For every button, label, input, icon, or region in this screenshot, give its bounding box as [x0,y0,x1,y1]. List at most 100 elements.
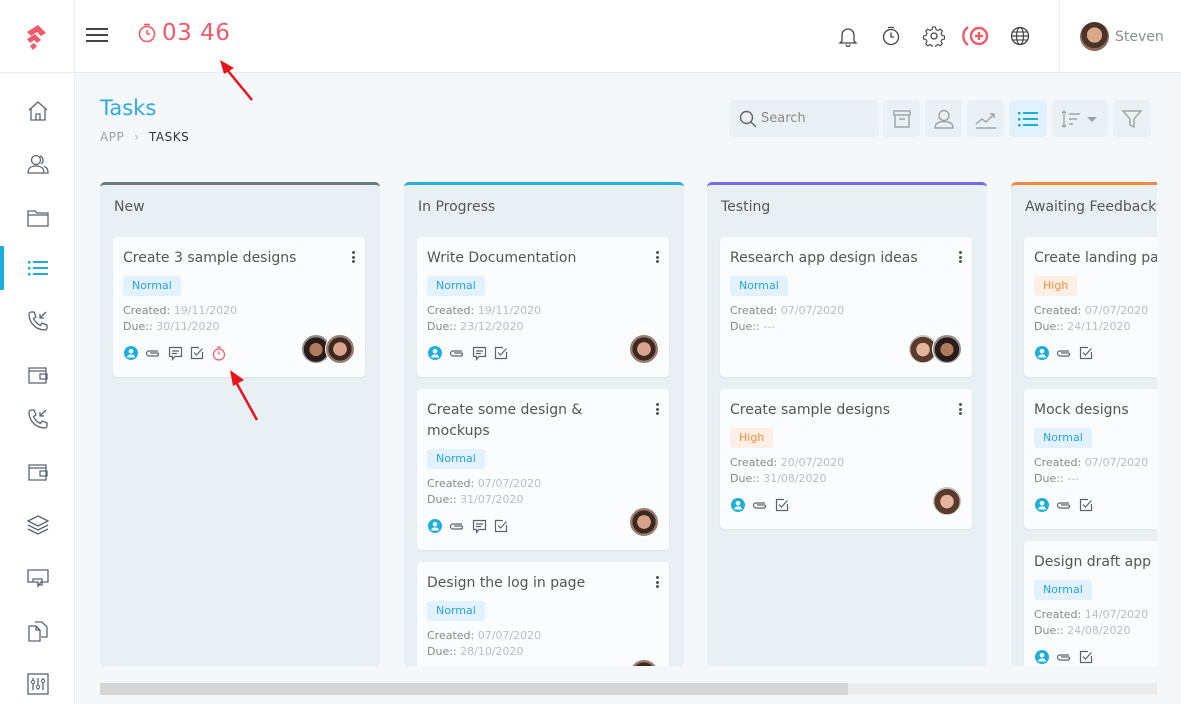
folder-icon [26,210,49,227]
avatar[interactable] [629,659,659,666]
sidebar-item-home[interactable] [0,89,75,133]
column-in-progress: In Progress Write Documentation Normal C… [404,182,987,666]
filter-button[interactable] [1113,100,1151,137]
stopwatch-icon[interactable] [211,345,227,361]
statistics-button[interactable] [967,100,1004,137]
checklist-icon[interactable] [1078,345,1094,361]
user-menu[interactable]: Steven [1059,0,1181,73]
assignee-icon[interactable] [123,345,139,361]
task-card[interactable]: Design draft app Normal Created: 14/07/2… [1024,541,1157,666]
settings-button[interactable] [912,22,955,50]
sidebar-item-wallet-2[interactable] [0,450,75,494]
filter-icon [1121,109,1143,128]
sidebar-item-layers[interactable] [0,503,75,547]
card-dates: Created: 07/07/2020 Due:: --- [1034,456,1149,485]
task-timer[interactable]: 03 46 [137,20,230,46]
card-menu-button[interactable] [653,574,661,590]
assignee-icon[interactable] [1034,649,1050,665]
sidebar-item-users[interactable] [0,142,75,186]
attachment-icon[interactable] [1056,497,1072,513]
card-dates: Created: 07/07/2020 Due:: 24/11/2020 [1034,304,1149,333]
task-card[interactable]: Research app design ideas Normal Created… [720,237,972,377]
avatar[interactable] [932,334,962,364]
sidebar-item-tasks[interactable] [0,246,75,290]
card-menu-button[interactable] [956,401,964,417]
checklist-icon[interactable] [493,518,509,534]
card-title: Design draft app [1034,554,1151,570]
assignee-filter-button[interactable] [925,100,962,137]
assignee-icon[interactable] [1034,497,1050,513]
app-logo[interactable] [0,0,75,73]
assignee-icon[interactable] [730,497,746,513]
task-card[interactable]: Create landing page High Created: 07/07/… [1024,237,1157,377]
task-card[interactable]: Create some design & mockups Normal Crea… [417,389,669,550]
sort-dropdown[interactable] [1052,100,1108,137]
task-card[interactable]: Design the log in page Normal Created: 0… [417,562,669,666]
avatar[interactable] [325,334,355,364]
sidebar-item-calls[interactable] [0,299,75,343]
attachment-icon[interactable] [1056,649,1072,665]
checklist-icon[interactable] [1078,497,1094,513]
comment-icon[interactable] [167,345,183,361]
checklist-icon[interactable] [774,497,790,513]
language-button[interactable] [998,22,1041,50]
card-dates: Created: 14/07/2020 Due:: 24/08/2020 [1034,608,1149,637]
user-icon [933,109,954,129]
timer-button[interactable] [869,22,912,50]
board-horizontal-scrollbar[interactable] [100,683,1157,695]
menu-toggle-button[interactable] [86,25,108,45]
card-menu-button[interactable] [653,401,661,417]
card-title: Design the log in page [427,575,586,591]
notifications-button[interactable] [826,22,869,50]
sidebar-item-settings[interactable] [0,662,75,704]
assignee-icon[interactable] [427,345,443,361]
checklist-icon[interactable] [189,345,205,361]
column-new: New Create 3 sample designs Normal Creat… [100,182,380,666]
gear-icon [922,26,945,47]
attachment-icon[interactable] [752,497,768,513]
avatar[interactable] [629,507,659,537]
sidebar-item-documents[interactable] [0,609,75,653]
list-view-icon [1018,111,1038,126]
assignee-avatars [301,334,355,364]
due-date: 28/10/2020 [460,645,524,658]
sidebar-item-wallet[interactable] [0,353,75,397]
card-title: Create 3 sample designs [123,250,297,266]
search-input[interactable] [761,111,861,126]
task-card[interactable]: Mock designs Normal Created: 07/07/2020 … [1024,389,1157,529]
created-date: 19/11/2020 [173,304,238,317]
assignee-icon[interactable] [1034,345,1050,361]
assignee-icon[interactable] [427,518,443,534]
breadcrumb-app-link[interactable]: APP [100,130,124,144]
task-card[interactable]: Create 3 sample designs Normal Created: … [113,237,365,377]
list-view-button[interactable] [1009,100,1047,137]
phone-incoming-icon [27,311,48,331]
comment-icon[interactable] [471,518,487,534]
archive-icon [892,109,911,128]
card-actions [427,345,509,361]
attachment-icon[interactable] [449,518,465,534]
card-menu-button[interactable] [956,249,964,265]
avatar[interactable] [932,486,962,516]
checklist-icon[interactable] [1078,649,1094,665]
stopwatch-icon [138,23,156,43]
card-menu-button[interactable] [653,249,661,265]
quick-add-button[interactable] [955,22,998,50]
task-card[interactable]: Create sample designs High Created: 20/0… [720,389,972,529]
card-menu-button[interactable] [349,249,357,265]
sidebar-item-files[interactable] [0,196,75,240]
globe-icon [1010,26,1029,46]
sidebar-item-calls-2[interactable] [0,397,75,441]
sidebar-item-chat[interactable] [0,556,75,600]
attachment-icon[interactable] [145,345,161,361]
checklist-icon[interactable] [493,345,509,361]
attachment-icon[interactable] [449,345,465,361]
attachment-icon[interactable] [1056,345,1072,361]
avatar[interactable] [629,334,659,364]
search-box[interactable] [729,100,879,137]
column-testing: Testing Research app design ideas Normal… [707,182,987,666]
scrollbar-thumb[interactable] [100,683,848,695]
comment-icon[interactable] [471,345,487,361]
archive-button[interactable] [883,100,920,137]
task-card[interactable]: Write Documentation Normal Created: 19/1… [417,237,669,377]
